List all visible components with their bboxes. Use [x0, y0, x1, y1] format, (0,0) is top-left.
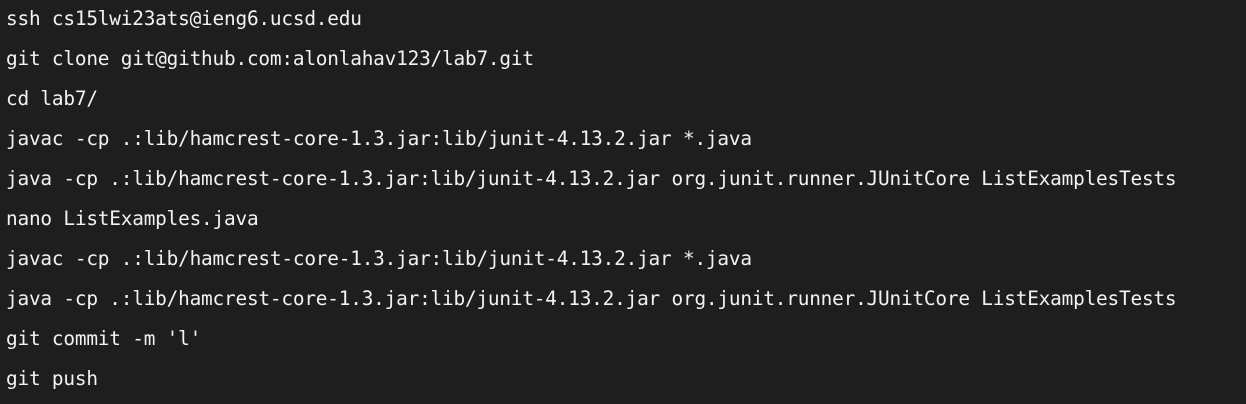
command-line: cd lab7/	[6, 87, 98, 110]
command-line: nano ListExamples.java	[6, 207, 259, 230]
terminal-output: ssh cs15lwi23ats@ieng6.ucsd.edu git clon…	[0, 0, 1246, 403]
command-line: ssh cs15lwi23ats@ieng6.ucsd.edu	[6, 7, 362, 30]
command-line: javac -cp .:lib/hamcrest-core-1.3.jar:li…	[6, 127, 752, 150]
command-line: javac -cp .:lib/hamcrest-core-1.3.jar:li…	[6, 247, 752, 270]
command-line: java -cp .:lib/hamcrest-core-1.3.jar:lib…	[6, 287, 1177, 310]
command-line: git commit -m 'l'	[6, 327, 202, 350]
command-line: git clone git@github.com:alonlahav123/la…	[6, 47, 534, 70]
command-line: java -cp .:lib/hamcrest-core-1.3.jar:lib…	[6, 167, 1177, 190]
command-line: git push	[6, 367, 98, 390]
